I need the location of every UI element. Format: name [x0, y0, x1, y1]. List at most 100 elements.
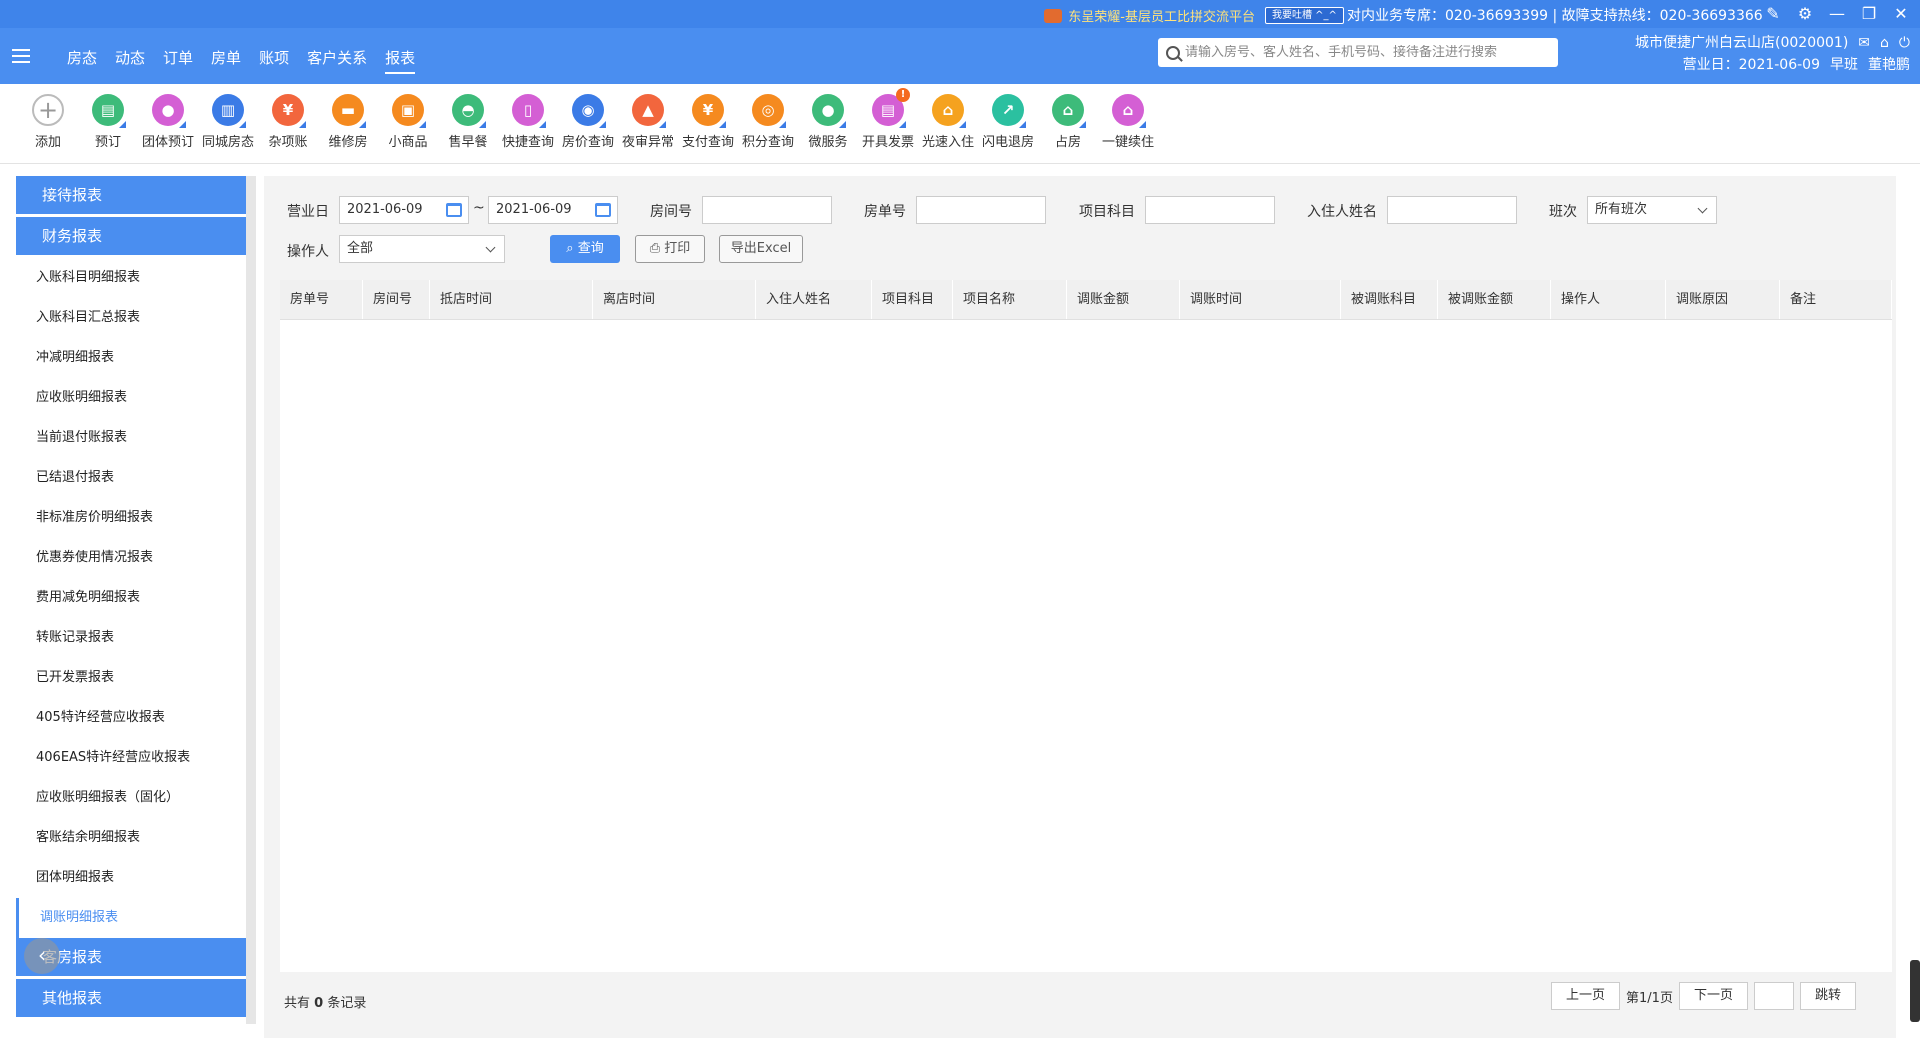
tool-price-query[interactable]: ◉ 房价查询: [558, 84, 618, 163]
room-no-input[interactable]: [702, 196, 832, 224]
sidebar-item-adjustment-active[interactable]: 调账明细报表: [16, 898, 246, 938]
complain-button[interactable]: 我要吐槽 ^_^: [1265, 7, 1344, 24]
page-jump-input[interactable]: [1753, 982, 1794, 1010]
chevron-down-icon: [485, 242, 496, 253]
column-header[interactable]: 房单号: [280, 280, 363, 319]
prev-page-button[interactable]: 上一页: [1551, 982, 1621, 1010]
sidebar-item[interactable]: 405特许经营应收报表: [16, 698, 246, 738]
export-excel-button[interactable]: 导出Excel: [719, 235, 803, 263]
tool-add[interactable]: + 添加: [18, 84, 78, 163]
tool-misc-bill[interactable]: ¥ 杂项账: [258, 84, 318, 163]
jump-button[interactable]: 跳转: [1799, 982, 1856, 1010]
alarm-icon: ▲: [632, 94, 666, 128]
tool-quick-query[interactable]: ▯ 快捷查询: [498, 84, 558, 163]
sidebar-item[interactable]: 应收账明细报表: [16, 378, 246, 418]
user-name[interactable]: 董艳鹏: [1868, 54, 1910, 76]
print-button[interactable]: ⎙ 打印: [635, 235, 705, 263]
power-icon[interactable]: ⏻: [1899, 32, 1910, 54]
sidebar-item[interactable]: 客账结余明细报表: [16, 818, 246, 858]
tool-occupy-room[interactable]: ⌂ 占房: [1038, 84, 1098, 163]
tool-label: 支付查询: [681, 135, 734, 150]
invoice-icon: ▤!: [872, 88, 910, 128]
sidebar-item[interactable]: 优惠券使用情况报表: [16, 538, 246, 578]
sidebar-group-finance[interactable]: 财务报表: [16, 217, 246, 255]
sidebar-item[interactable]: 费用减免明细报表: [16, 578, 246, 618]
sidebar-group-reception[interactable]: 接待报表: [16, 176, 246, 214]
tool-points-query[interactable]: ◎ 积分查询: [738, 84, 798, 163]
tool-payment-query[interactable]: ¥ 支付查询: [678, 84, 738, 163]
column-header[interactable]: 操作人: [1551, 280, 1666, 319]
maximize-icon[interactable]: ❐: [1860, 4, 1878, 23]
mail-icon[interactable]: ✉: [1858, 32, 1870, 54]
nav-item-reports[interactable]: 报表: [376, 46, 424, 74]
nav-item-room-bills[interactable]: 房单: [202, 46, 250, 74]
tool-micro-service[interactable]: ● 微服务: [798, 84, 858, 163]
tool-night-audit[interactable]: ▲ 夜审异常: [618, 84, 678, 163]
sidebar-item[interactable]: 转账记录报表: [16, 618, 246, 658]
tool-city-room-status[interactable]: ▥ 同城房态: [198, 84, 258, 163]
collapse-sidebar-button[interactable]: ‹: [24, 938, 60, 974]
menu-icon[interactable]: [12, 49, 30, 63]
nav-item-accounts[interactable]: 账项: [250, 46, 298, 74]
sidebar-item[interactable]: 应收账明细报表（固化）: [16, 778, 246, 818]
sidebar-item[interactable]: 当前退付账报表: [16, 418, 246, 458]
column-header[interactable]: 调账时间: [1180, 280, 1341, 319]
column-header[interactable]: 抵店时间: [430, 280, 593, 319]
date-from-value: 2021-06-09: [347, 202, 423, 217]
edge-scroll-handle[interactable]: [1910, 960, 1920, 1022]
total-suffix: 条记录: [327, 996, 367, 1011]
column-header[interactable]: 调账原因: [1666, 280, 1780, 319]
close-icon[interactable]: ✕: [1892, 4, 1910, 23]
minimize-icon[interactable]: —: [1828, 4, 1846, 23]
column-header[interactable]: 调账金额: [1067, 280, 1180, 319]
sidebar-item[interactable]: 已结退付报表: [16, 458, 246, 498]
sidebar-item[interactable]: 406EAS特许经营应收报表: [16, 738, 246, 778]
sidebar-item[interactable]: 团体明细报表: [16, 858, 246, 898]
nav-item-dynamics[interactable]: 动态: [106, 46, 154, 74]
tool-extend-stay[interactable]: ⌂ 一键续住: [1098, 84, 1158, 163]
nav-item-room-status[interactable]: 房态: [58, 46, 106, 74]
gear-icon[interactable]: ⚙: [1796, 4, 1814, 23]
wrench-icon[interactable]: ✎: [1764, 4, 1782, 23]
column-header[interactable]: 备注: [1780, 280, 1892, 319]
tool-breakfast[interactable]: ◓ 售早餐: [438, 84, 498, 163]
calendar-icon[interactable]: [446, 203, 462, 217]
guest-name-input[interactable]: [1387, 196, 1517, 224]
tool-group-booking[interactable]: ● 团体预订: [138, 84, 198, 163]
sidebar-item[interactable]: 冲减明细报表: [16, 338, 246, 378]
date-from-input[interactable]: 2021-06-09: [339, 196, 469, 224]
platform-link[interactable]: 东呈荣耀-基层员工比拼交流平台: [1044, 6, 1255, 25]
column-header[interactable]: 房间号: [363, 280, 430, 319]
column-header[interactable]: 离店时间: [593, 280, 756, 319]
calendar-icon[interactable]: [595, 203, 611, 217]
next-page-button[interactable]: 下一页: [1678, 982, 1748, 1010]
nav-item-crm[interactable]: 客户关系: [298, 46, 376, 74]
column-header[interactable]: 项目科目: [872, 280, 953, 319]
column-header[interactable]: 项目名称: [953, 280, 1067, 319]
shift-select[interactable]: 所有班次: [1587, 196, 1717, 224]
tool-label: 开具发票: [861, 135, 914, 150]
column-header[interactable]: 入住人姓名: [756, 280, 872, 319]
sidebar-item[interactable]: 非标准房价明细报表: [16, 498, 246, 538]
date-to-input[interactable]: 2021-06-09: [488, 196, 618, 224]
item-subject-input[interactable]: [1145, 196, 1275, 224]
search-input[interactable]: [1185, 45, 1555, 60]
nav-item-orders[interactable]: 订单: [154, 46, 202, 74]
tool-fast-checkin[interactable]: ⌂ 光速入住: [918, 84, 978, 163]
sidebar-item[interactable]: 已开发票报表: [16, 658, 246, 698]
column-header[interactable]: 被调账科目: [1341, 280, 1438, 319]
home-icon[interactable]: ⌂: [1880, 32, 1889, 54]
tool-booking[interactable]: ▤ 预订: [78, 84, 138, 163]
query-button[interactable]: ⌕ 查询: [550, 235, 620, 263]
tool-small-goods[interactable]: ▣ 小商品: [378, 84, 438, 163]
sidebar-item[interactable]: 入账科目明细报表: [16, 258, 246, 298]
column-header[interactable]: 被调账金额: [1438, 280, 1551, 319]
sidebar-item[interactable]: 入账科目汇总报表: [16, 298, 246, 338]
tool-invoice[interactable]: ▤! 开具发票: [858, 84, 918, 163]
operator-select[interactable]: 全部: [339, 235, 505, 263]
order-no-input[interactable]: [916, 196, 1046, 224]
sidebar-group-other[interactable]: 其他报表: [16, 979, 246, 1017]
tool-repair-room[interactable]: ▬ 维修房: [318, 84, 378, 163]
tool-fast-checkout[interactable]: ↗ 闪电退房: [978, 84, 1038, 163]
order-no-label: 房单号: [864, 204, 906, 220]
